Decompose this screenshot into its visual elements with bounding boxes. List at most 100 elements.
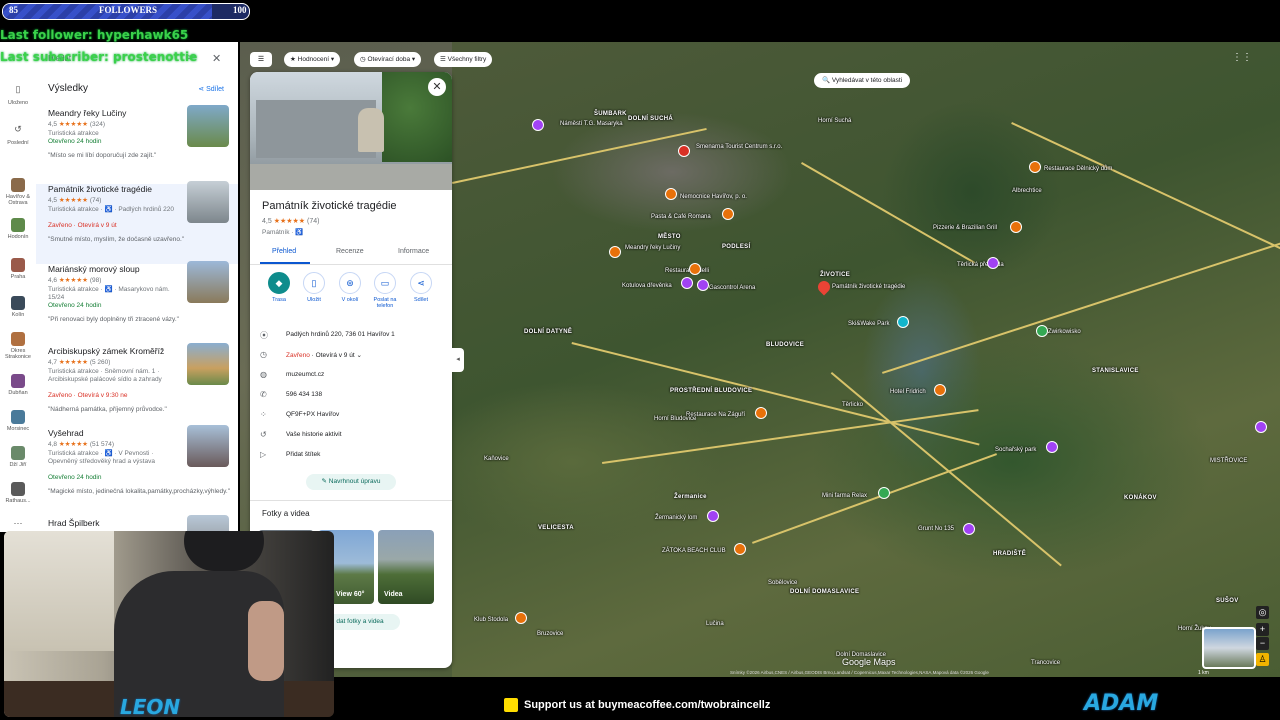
- street-view-preview[interactable]: [1202, 627, 1256, 669]
- map-label[interactable]: VELICESTA: [538, 525, 574, 531]
- rail-item[interactable]: Kolín: [0, 296, 36, 318]
- map-label[interactable]: Lučina: [706, 621, 724, 627]
- zoom-in-button[interactable]: +: [1256, 623, 1269, 636]
- map-poi-icon[interactable]: [734, 543, 746, 555]
- map-label[interactable]: BLUDOVICE: [766, 342, 804, 348]
- nearby-button[interactable]: ⊛ V okolí: [333, 272, 367, 303]
- rail-item[interactable]: Dží Jiří: [0, 446, 36, 468]
- rating-count[interactable]: (74): [307, 218, 319, 225]
- list-item[interactable]: Památník životické tragédie 4,5 ★★★★★ (74…: [36, 181, 238, 264]
- tab-reviews[interactable]: Recenze: [336, 248, 364, 255]
- map-label[interactable]: Pasta & Café Romana: [651, 214, 711, 220]
- send-to-phone-button[interactable]: ▭ Poslat na telefon: [368, 272, 402, 309]
- map-label[interactable]: Grunt No 135: [918, 526, 954, 532]
- place-hero-photo[interactable]: [250, 72, 452, 190]
- map-label[interactable]: Restaurace Dělnický dům: [1044, 166, 1112, 172]
- map-label[interactable]: ŠUMBARK: [594, 111, 627, 117]
- hours-filter-chip[interactable]: ◷ Otevírací doba ▾: [354, 52, 422, 67]
- map-poi-icon[interactable]: [609, 246, 621, 258]
- list-item[interactable]: Meandry řeky Lučiny 4,5 ★★★★★ (324) Turist…: [36, 105, 238, 188]
- map-label[interactable]: Kaňovice: [484, 456, 509, 462]
- tab-overview[interactable]: Přehled: [272, 248, 296, 255]
- rail-item[interactable]: ↺ Poslední: [0, 124, 36, 146]
- result-name[interactable]: Hrad Špilberk: [48, 518, 100, 528]
- result-name[interactable]: Arcibiskupský zámek Kroměříž: [48, 346, 164, 356]
- map-label[interactable]: STANISLAVICE: [1092, 368, 1139, 374]
- map-label[interactable]: Těrlicko: [842, 402, 863, 408]
- rail-item[interactable]: Morsinec: [0, 410, 36, 432]
- rail-item[interactable]: Hodonín: [0, 218, 36, 240]
- map-poi-icon[interactable]: [987, 257, 999, 269]
- videos-thumbnail[interactable]: Videa: [378, 530, 434, 604]
- map-label[interactable]: Památník životické tragédie: [832, 284, 905, 290]
- map-label[interactable]: Pizzerie & Brazilian Grill: [933, 225, 997, 231]
- map-label[interactable]: DOLNÍ DOMASLAVICE: [790, 589, 859, 595]
- map-label[interactable]: Nemocnice Havířov, p. o.: [680, 194, 747, 200]
- map-poi-icon[interactable]: [697, 279, 709, 291]
- hours-row[interactable]: ◷ Zavřeno · Otevírá v 9 út ⌄: [260, 350, 450, 364]
- plus-code-row[interactable]: ⁘ QF9F+PX Havířov: [260, 410, 450, 424]
- pegman-icon[interactable]: ♙: [1256, 653, 1269, 666]
- map-poi-icon[interactable]: [1036, 325, 1048, 337]
- map-poi-icon[interactable]: [755, 407, 767, 419]
- map-label[interactable]: Restaurace Nelli: [665, 268, 709, 274]
- rail-item[interactable]: Praha: [0, 258, 36, 280]
- map-label[interactable]: Horní Bludovice: [654, 416, 696, 422]
- result-thumbnail[interactable]: [187, 343, 229, 385]
- result-thumbnail[interactable]: [187, 515, 229, 532]
- list-item[interactable]: Arcibiskupský zámek Kroměříž 4,7 ★★★★★ (5…: [36, 343, 238, 426]
- suggest-edit-button[interactable]: ✎ Navrhnout úpravu: [306, 474, 396, 490]
- map-label[interactable]: MĚSTO: [658, 234, 681, 240]
- directions-button[interactable]: ◆ Trasa: [262, 272, 296, 303]
- save-button[interactable]: ▯ Uložit: [297, 272, 331, 303]
- list-item[interactable]: Vyšehrad 4,8 ★★★★★ (51 574) Turistická atr…: [36, 425, 238, 508]
- map-label[interactable]: Zwirkowisko: [1048, 329, 1081, 335]
- locate-icon[interactable]: ◎: [1256, 606, 1269, 619]
- address-row[interactable]: ⦿ Padlých hrdinů 220, 736 01 Havířov 1: [260, 330, 450, 344]
- map-poi-icon[interactable]: [1255, 421, 1267, 433]
- map-poi-icon[interactable]: [707, 510, 719, 522]
- result-thumbnail[interactable]: [187, 181, 229, 223]
- website-row[interactable]: ◍ muzeumct.cz: [260, 370, 450, 384]
- map-label[interactable]: ZÁTOKA BEACH CLUB: [662, 548, 726, 554]
- map-label[interactable]: Sobělovice: [768, 580, 797, 586]
- map-label[interactable]: Horní Suchá: [818, 118, 851, 124]
- selected-location-pin-icon[interactable]: [815, 278, 833, 296]
- map-label[interactable]: PODLESÍ: [722, 244, 750, 250]
- map-label[interactable]: ŽIVOTICE: [820, 272, 850, 278]
- rail-item[interactable]: Okres Strakonice: [0, 332, 36, 360]
- rail-item[interactable]: Dubňan: [0, 374, 36, 396]
- map-poi-icon[interactable]: [878, 487, 890, 499]
- close-icon[interactable]: ✕: [212, 52, 221, 65]
- map-poi-icon[interactable]: [934, 384, 946, 396]
- map-poi-icon[interactable]: [1029, 161, 1041, 173]
- search-this-area-button[interactable]: 🔍 Vyhledávat v této oblasti: [814, 73, 911, 88]
- map-poi-icon[interactable]: [515, 612, 527, 624]
- map-label[interactable]: DOLNÍ SUCHÁ: [628, 116, 673, 122]
- share-place-button[interactable]: ⋖ Sdílet: [404, 272, 438, 303]
- all-filters-chip[interactable]: ☰ Všechny filtry: [434, 52, 493, 67]
- chevron-down-icon[interactable]: ⌄: [356, 352, 361, 359]
- result-name[interactable]: Mariánský morový sloup: [48, 264, 140, 274]
- map-poi-icon[interactable]: [722, 208, 734, 220]
- map-label[interactable]: SUŠOV: [1216, 598, 1239, 604]
- satellite-map[interactable]: DOLNÍ SUCHÁ Náměstí T.G. Masaryka ŠUMBARK S…: [452, 42, 1280, 677]
- map-label[interactable]: Žermanice: [674, 494, 707, 500]
- map-poi-icon[interactable]: [963, 523, 975, 535]
- map-label[interactable]: Žermanický lom: [655, 515, 697, 521]
- map-label[interactable]: Náměstí T.G. Masaryka: [560, 121, 623, 127]
- result-thumbnail[interactable]: [187, 105, 229, 147]
- map-label[interactable]: KONÁKOV: [1124, 495, 1157, 501]
- map-label[interactable]: Klub Stodola: [474, 617, 508, 623]
- share-button[interactable]: ⋖ Sdílet: [198, 85, 224, 93]
- history-row[interactable]: ↺ Vaše historie aktivit: [260, 430, 450, 444]
- rail-item[interactable]: ▯ Uloženo: [0, 84, 36, 106]
- list-item[interactable]: Mariánský morový sloup 4,6 ★★★★★ (98) Turi…: [36, 261, 238, 344]
- close-icon[interactable]: ✕: [428, 78, 446, 96]
- map-label[interactable]: HRADIŠTĚ: [993, 551, 1026, 557]
- map-label[interactable]: Hotel Fridrich: [890, 389, 926, 395]
- scale-bar[interactable]: 1 km: [1198, 670, 1209, 676]
- map-label[interactable]: Mini farma Relax: [822, 493, 867, 499]
- map-label[interactable]: Trancovice: [1031, 660, 1060, 666]
- map-label[interactable]: Ski&Wake Park: [848, 321, 889, 327]
